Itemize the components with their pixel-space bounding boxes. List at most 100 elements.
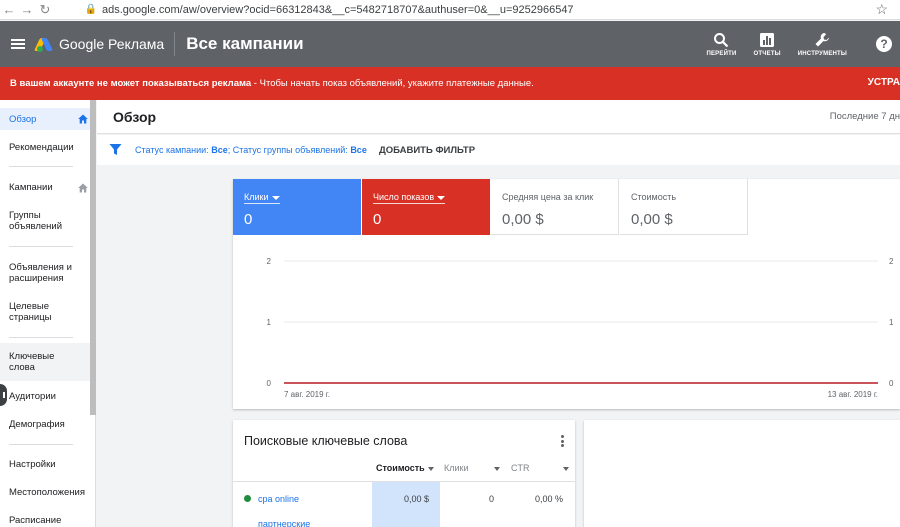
sidebar-item-label: Целевые страницы bbox=[9, 301, 52, 323]
y2-tick-label: 0 bbox=[889, 379, 894, 388]
section-title: Обзор bbox=[113, 109, 157, 125]
sidebar-item-label: Демография bbox=[9, 419, 65, 430]
header-divider bbox=[174, 32, 176, 56]
bookmark-star-icon[interactable]: ☆ bbox=[875, 1, 888, 18]
sidebar-item-label: Кампании bbox=[9, 182, 53, 193]
caret-down-icon bbox=[427, 466, 434, 471]
sidebar-item-label: Расписание bbox=[9, 515, 62, 526]
metric-value: 0 bbox=[244, 211, 253, 228]
empty-overview-card bbox=[584, 420, 900, 527]
y-tick-label: 1 bbox=[267, 318, 272, 327]
column-header-label: CTR bbox=[511, 463, 530, 473]
sidebar-item-keywords[interactable]: Ключевые слова bbox=[0, 343, 90, 381]
metric-label: Стоимость bbox=[631, 192, 677, 202]
sidebar-divider bbox=[9, 337, 73, 338]
alert-message: В вашем аккаунте не может показываться р… bbox=[10, 78, 534, 89]
column-header-label: Клики bbox=[444, 463, 469, 473]
filter-icon[interactable] bbox=[109, 143, 122, 156]
sidebar-item-label: Группы объявлений bbox=[9, 210, 63, 232]
sidebar-item-settings[interactable]: Настройки bbox=[0, 459, 90, 470]
sidebar-collapse-handle[interactable] bbox=[0, 384, 7, 406]
header-tools: ПЕРЕЙТИ ОТЧЕТЫ ИНСТРУМЕНТЫ ? bbox=[706, 21, 900, 67]
caret-down-icon[interactable] bbox=[563, 467, 569, 471]
column-header-ctr[interactable]: CTR bbox=[511, 463, 530, 473]
reports-icon bbox=[760, 32, 775, 47]
alert-bold-text: В вашем аккаунте не может показываться р… bbox=[10, 78, 252, 89]
page-title: Все кампании bbox=[186, 34, 304, 53]
alert-detail-text: - Чтобы начать показ объявлений, укажите… bbox=[251, 78, 534, 89]
billing-alert-banner: В вашем аккаунте не может показываться р… bbox=[0, 67, 900, 100]
sidebar-scrollbar[interactable] bbox=[90, 100, 96, 415]
metric-clicks[interactable]: Клики 0 bbox=[233, 179, 361, 235]
metric-cost[interactable]: Стоимость 0,00 $ bbox=[620, 179, 748, 235]
menu-icon[interactable] bbox=[11, 39, 25, 49]
goto-button[interactable]: ПЕРЕЙТИ bbox=[706, 32, 736, 57]
sidebar-item-label: Обзор bbox=[9, 114, 37, 125]
url-field[interactable]: ads.google.com/aw/overview?ocid=66312843… bbox=[102, 4, 574, 16]
y2-tick-label: 1 bbox=[889, 318, 894, 327]
table-header-divider bbox=[233, 481, 575, 482]
metric-label[interactable]: Число показов bbox=[373, 192, 446, 204]
lock-icon: 🔒 bbox=[84, 4, 98, 15]
metric-impressions[interactable]: Число показов 0 bbox=[362, 179, 490, 235]
column-header-clicks[interactable]: Клики bbox=[444, 463, 469, 473]
forward-icon[interactable]: → bbox=[18, 2, 36, 17]
reload-icon[interactable]: ↻ bbox=[36, 2, 54, 18]
alert-fix-button[interactable]: УСТРА bbox=[868, 77, 900, 88]
metric-value: 0,00 $ bbox=[502, 211, 544, 228]
metric-avg-cpc[interactable]: Средняя цена за клик 0,00 $ bbox=[491, 179, 619, 235]
metric-value: 0 bbox=[373, 211, 382, 228]
column-header-label: Стоимость bbox=[376, 463, 425, 473]
home-icon bbox=[78, 183, 88, 192]
sidebar-item-locations[interactable]: Местоположения bbox=[0, 487, 90, 498]
y-tick-label: 0 bbox=[267, 379, 272, 388]
keyword-link[interactable]: cpa online bbox=[258, 494, 299, 504]
search-icon bbox=[714, 32, 729, 47]
campaign-status-value: Все bbox=[211, 145, 228, 155]
sidebar-item-overview[interactable]: Обзор bbox=[0, 108, 90, 130]
goto-label: ПЕРЕЙТИ bbox=[706, 50, 737, 57]
campaign-status-label: Статус кампании: bbox=[135, 145, 209, 155]
sidebar-item-audiences[interactable]: Аудитории bbox=[0, 391, 90, 402]
x-tick-label: 7 авг. 2019 г. bbox=[284, 390, 330, 399]
add-filter-button[interactable]: ДОБАВИТЬ ФИЛЬТР bbox=[379, 145, 475, 156]
back-icon[interactable]: ← bbox=[0, 2, 18, 17]
search-keywords-card: Поисковые ключевые слова Стоимость Клики… bbox=[233, 420, 575, 527]
metric-label-text: Число показов bbox=[373, 192, 435, 202]
metric-label[interactable]: Клики bbox=[244, 192, 280, 204]
overview-titlebar: Обзор Последние 7 дн bbox=[97, 100, 900, 134]
sidebar-item-ad-groups[interactable]: Группы объявлений bbox=[0, 210, 78, 232]
sidebar-item-landing-pages[interactable]: Целевые страницы bbox=[0, 301, 70, 323]
column-header-cost[interactable]: Стоимость bbox=[376, 463, 434, 473]
sidebar-item-label: Аудитории bbox=[9, 391, 56, 402]
metric-label-text: Клики bbox=[244, 192, 269, 202]
metric-value: 0,00 $ bbox=[631, 211, 673, 228]
keyword-link[interactable]: партнерские bbox=[258, 519, 310, 527]
caret-down-icon[interactable] bbox=[494, 467, 500, 471]
active-filters[interactable]: Статус кампании: Все; Статус группы объя… bbox=[135, 145, 367, 155]
reports-button[interactable]: ОТЧЕТЫ bbox=[753, 32, 781, 57]
sidebar-item-recommendations[interactable]: Рекомендации bbox=[0, 142, 90, 153]
tools-button[interactable]: ИНСТРУМЕНТЫ bbox=[798, 32, 847, 57]
sidebar-item-ad-schedule[interactable]: Расписание bbox=[0, 515, 90, 526]
wrench-icon bbox=[815, 32, 830, 46]
sidebar-divider bbox=[9, 246, 73, 247]
sidebar-item-campaigns[interactable]: Кампании bbox=[0, 182, 90, 193]
reports-label: ОТЧЕТЫ bbox=[753, 50, 781, 57]
filter-bar: Статус кампании: Все; Статус группы объя… bbox=[97, 135, 900, 165]
caret-down-icon bbox=[271, 195, 280, 200]
help-icon[interactable]: ? bbox=[876, 36, 892, 52]
brand-name[interactable]: Google Реклама bbox=[59, 36, 164, 52]
main-content: Обзор Последние 7 дн Статус кампании: Вс… bbox=[97, 100, 900, 527]
sidebar-item-label: Рекомендации bbox=[9, 142, 74, 153]
y2-tick-label: 2 bbox=[889, 257, 894, 266]
home-icon bbox=[78, 114, 88, 124]
keyword-cost: 0,00 $ bbox=[403, 494, 429, 504]
sidebar-item-ads-extensions[interactable]: Объявления и расширения bbox=[0, 262, 78, 284]
more-vert-icon[interactable] bbox=[561, 435, 564, 447]
date-range-selector[interactable]: Последние 7 дн bbox=[830, 111, 900, 122]
sidebar-item-label: Ключевые слова bbox=[9, 351, 55, 373]
sidebar-item-demographics[interactable]: Демография bbox=[0, 419, 90, 430]
performance-chart-card: Клики 0 Число показов 0 Средняя цена за … bbox=[233, 179, 900, 409]
keyword-clicks: 0 bbox=[488, 494, 494, 504]
